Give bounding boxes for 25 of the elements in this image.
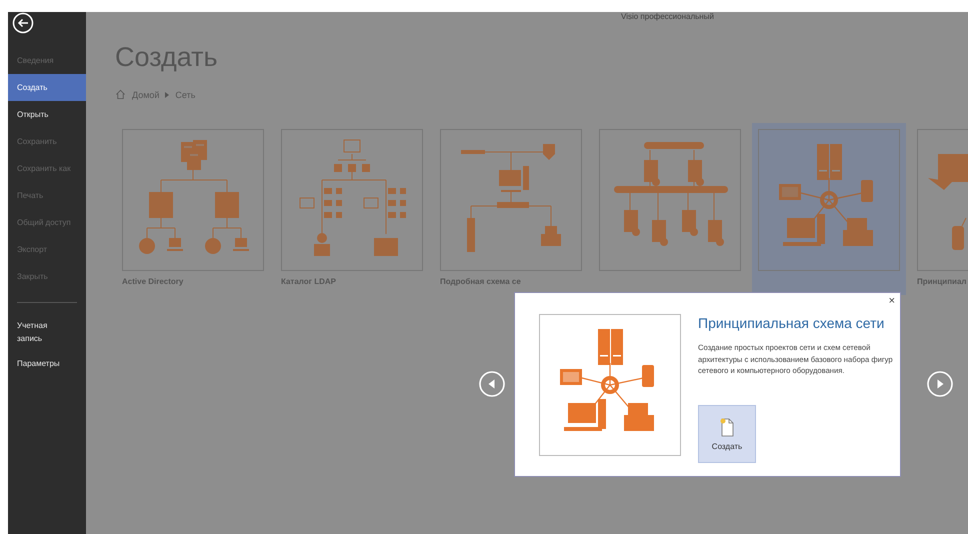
template-tile[interactable]: Каталог LDAP <box>275 123 429 295</box>
app-title: Visio профессиональный <box>621 12 714 21</box>
create-button[interactable]: Создать <box>698 404 756 462</box>
template-tile[interactable]: Подробная схема се <box>434 123 588 295</box>
template-label: Каталог LDAP <box>281 277 336 288</box>
page-title: Создать <box>115 42 219 73</box>
template-title: Принципиальная схема сети <box>698 314 884 332</box>
home-icon <box>115 89 126 100</box>
template-label: Подробная схема се <box>440 277 521 288</box>
sidebar-item[interactable]: Создать <box>8 74 86 101</box>
next-button[interactable] <box>927 371 953 397</box>
template-label: Принципиал <box>917 277 967 288</box>
close-button[interactable]: × <box>886 293 897 309</box>
previous-button[interactable] <box>479 371 505 397</box>
new-document-icon <box>719 416 735 436</box>
breadcrumb-link[interactable]: Сеть <box>175 90 196 100</box>
sidebar-item[interactable]: Учетная запись <box>8 313 86 351</box>
chevron-icon <box>165 92 170 98</box>
template-tile[interactable]: Принципиал <box>911 123 968 295</box>
template-label: Active Directory <box>122 277 184 288</box>
sidebar-item[interactable]: Открыть <box>8 101 86 128</box>
sidebar-item[interactable]: Параметры <box>8 351 86 376</box>
template-tile[interactable] <box>752 123 906 295</box>
breadcrumb-link[interactable]: Домой <box>132 90 160 100</box>
template-tile[interactable]: Active Directory <box>116 123 270 295</box>
